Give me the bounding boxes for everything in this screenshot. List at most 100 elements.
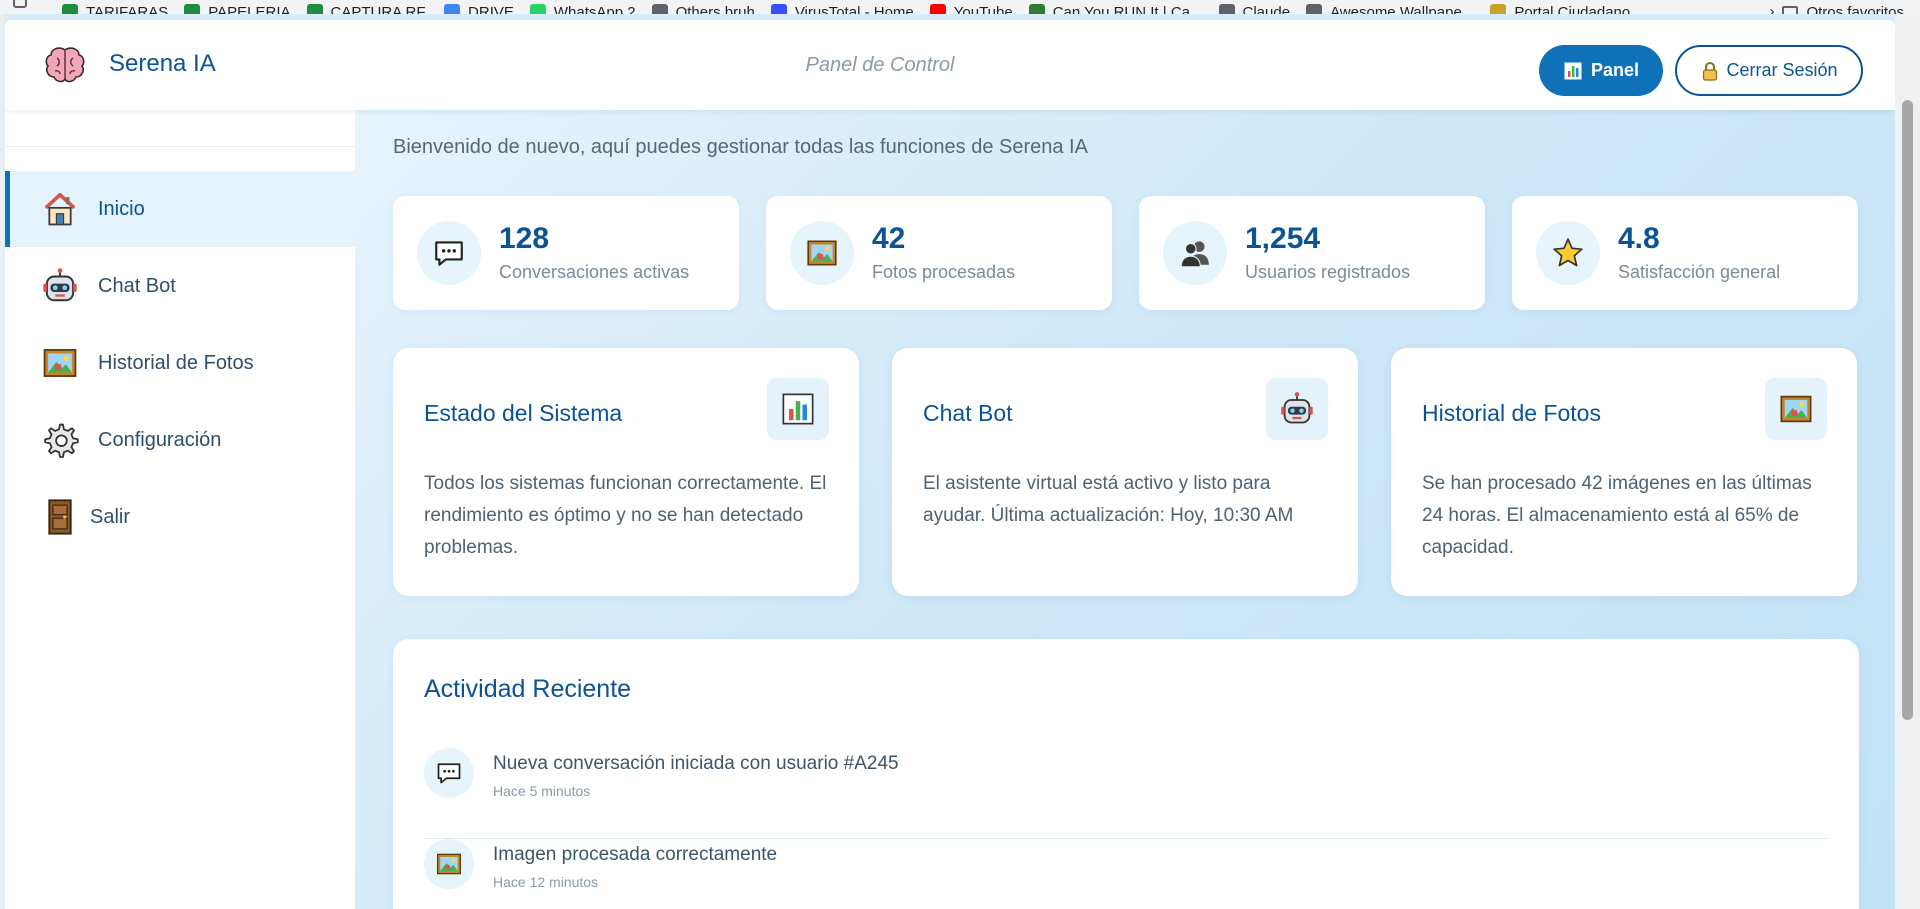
bookmark-label: CAPTURA RF. [330,4,429,14]
bookmark-favicon [1218,4,1235,14]
card-title: Chat Bot [923,400,1013,426]
bookmark-item[interactable]: VirusTotal - Home [767,0,926,14]
bookmark-item[interactable]: YouTube [926,0,1025,14]
bookmark-item[interactable]: Portal Ciudadano [1486,0,1642,14]
sidebar-item-label: Chat Bot [98,274,176,297]
bookmark-label: Others bruh [675,4,755,14]
chevron-right-icon[interactable]: › [1769,3,1774,14]
stat-card-users: 1,254 Usuarios registrados [1139,196,1485,310]
framed-picture-icon [790,221,854,285]
scrollbar-thumb[interactable] [1902,100,1913,720]
bookmarks-overflow: › Otros favoritos [1759,0,1904,14]
bookmark-item[interactable]: Others bruh [648,0,767,14]
stat-label: Satisfacción general [1618,262,1781,282]
bookmark-favicon [770,4,787,14]
bookmark-label: VirusTotal - Home [794,4,914,14]
bookmark-favicon [444,4,461,14]
door-icon [41,498,79,536]
framed-picture-icon [1765,378,1827,440]
card-description: El asistente virtual está activo y listo… [923,473,1294,526]
lock-icon [1700,61,1720,81]
bookmark-item[interactable]: PAPELERIA [180,0,302,14]
stat-value: 42 [872,222,906,255]
brand-name[interactable]: Serena IA [109,50,216,78]
bookmark-favicon [62,4,78,14]
stat-value: 128 [499,222,550,255]
activity-item: Imagen procesada correctamente Hace 12 m… [424,839,1828,909]
bookmark-favicon [184,4,201,14]
sidebar-item-salir[interactable]: Salir [5,479,355,555]
stat-label: Fotos procesadas [872,262,1016,282]
apps-icon[interactable] [0,0,58,14]
sidebar-item-label: Configuración [98,428,222,451]
page-scrollbar[interactable] [1895,14,1920,909]
house-icon [41,190,79,228]
framed-picture-icon [424,839,474,889]
stat-value: 4.8 [1618,222,1660,255]
recent-activity-panel: Actividad Reciente Nueva conversación in… [393,639,1859,909]
stat-value: 1,254 [1245,222,1321,255]
bookmark-item[interactable]: Can You RUN It | Ca... [1025,0,1215,14]
sidebar: Inicio Chat Bot Historial de Fotos Confi… [5,110,355,909]
panel-button[interactable]: Panel [1539,45,1663,96]
brain-icon [45,46,85,84]
stat-card-conversations: 128 Conversaciones activas [393,196,739,310]
bookmark-label: Claude [1242,4,1291,14]
panel-button-label: Panel [1590,60,1640,80]
sidebar-item-label: Historial de Fotos [98,351,254,374]
bookmarks-bar: TARIFARAS PAPELERIA CAPTURA RF. DRIVE WhatsA… [0,0,1920,14]
logout-button[interactable]: Cerrar Sesión [1675,45,1863,96]
framed-picture-icon [41,344,79,382]
bookmark-label: PAPELERIA [208,4,291,14]
card-description: Todos los sistemas funcionan correctamen… [424,473,827,558]
speech-bubble-icon [424,748,474,798]
bookmark-label: Can You RUN It | Ca... [1052,4,1203,14]
bar-chart-icon [1563,61,1583,81]
sidebar-divider [5,146,355,147]
sidebar-item-label: Inicio [98,197,145,220]
sidebar-item-inicio[interactable]: Inicio [5,171,355,247]
bookmark-item[interactable]: CAPTURA RF. [303,0,441,14]
activity-item: Nueva conversación iniciada con usuario … [424,748,1828,839]
activity-time: Hace 12 minutos [493,874,599,890]
activity-text: Imagen procesada correctamente [493,844,778,865]
bookmark-label: YouTube [953,4,1013,14]
other-bookmarks-link[interactable]: Otros favoritos [1806,5,1904,14]
card-description: Se han procesado 42 imágenes en las últi… [1422,473,1812,558]
activity-time: Hace 5 minutos [493,783,591,799]
stat-label: Conversaciones activas [499,262,690,282]
section-title: Actividad Reciente [424,675,632,703]
bookmark-favicon [1490,4,1507,14]
bar-chart-icon [767,378,829,440]
bookmark-item[interactable]: TARIFARAS [58,0,180,14]
card-system-status[interactable]: Estado del Sistema Todos los sistemas fu… [393,348,859,596]
bookmark-label: WhatsApp 2 [553,4,636,14]
bookmark-item[interactable]: Awesome Wallpape... [1302,0,1486,14]
bookmark-item[interactable]: Claude [1215,0,1303,14]
sidebar-item-configuracion[interactable]: Configuración [5,402,355,478]
bookmark-favicon [1306,4,1323,14]
page-title: Panel de Control [805,54,955,76]
bookmark-label: Portal Ciudadano [1514,4,1631,14]
folder-icon [1782,6,1799,14]
robot-icon [1266,378,1328,440]
gear-icon [41,421,79,459]
app-window: Serena IA Panel de Control Panel Cerrar … [5,14,1895,909]
stat-label: Usuarios registrados [1245,262,1411,282]
bookmark-favicon [929,4,946,14]
sidebar-item-historial-de-fotos[interactable]: Historial de Fotos [5,325,355,401]
bookmark-label: Awesome Wallpape... [1330,4,1475,14]
welcome-text: Bienvenido de nuevo, aquí puedes gestion… [393,136,1088,158]
bookmark-item[interactable]: DRIVE [440,0,526,14]
bookmark-label: TARIFARAS [86,4,169,14]
bookmark-item[interactable]: WhatsApp 2 [526,0,648,14]
bookmark-favicon [529,4,546,14]
logout-button-label: Cerrar Sesión [1726,60,1838,80]
top-header: Serena IA Panel de Control Panel Cerrar … [5,20,1895,110]
main-content: Bienvenido de nuevo, aquí puedes gestion… [355,110,1895,909]
card-chat-bot[interactable]: Chat Bot El asistente virtual está activ… [892,348,1358,596]
bookmark-favicon [1028,4,1045,14]
stat-card-satisfaction: 4.8 Satisfacción general [1512,196,1858,310]
card-photo-history[interactable]: Historial de Fotos Se han procesado 42 i… [1391,348,1857,596]
sidebar-item-chat-bot[interactable]: Chat Bot [5,248,355,324]
